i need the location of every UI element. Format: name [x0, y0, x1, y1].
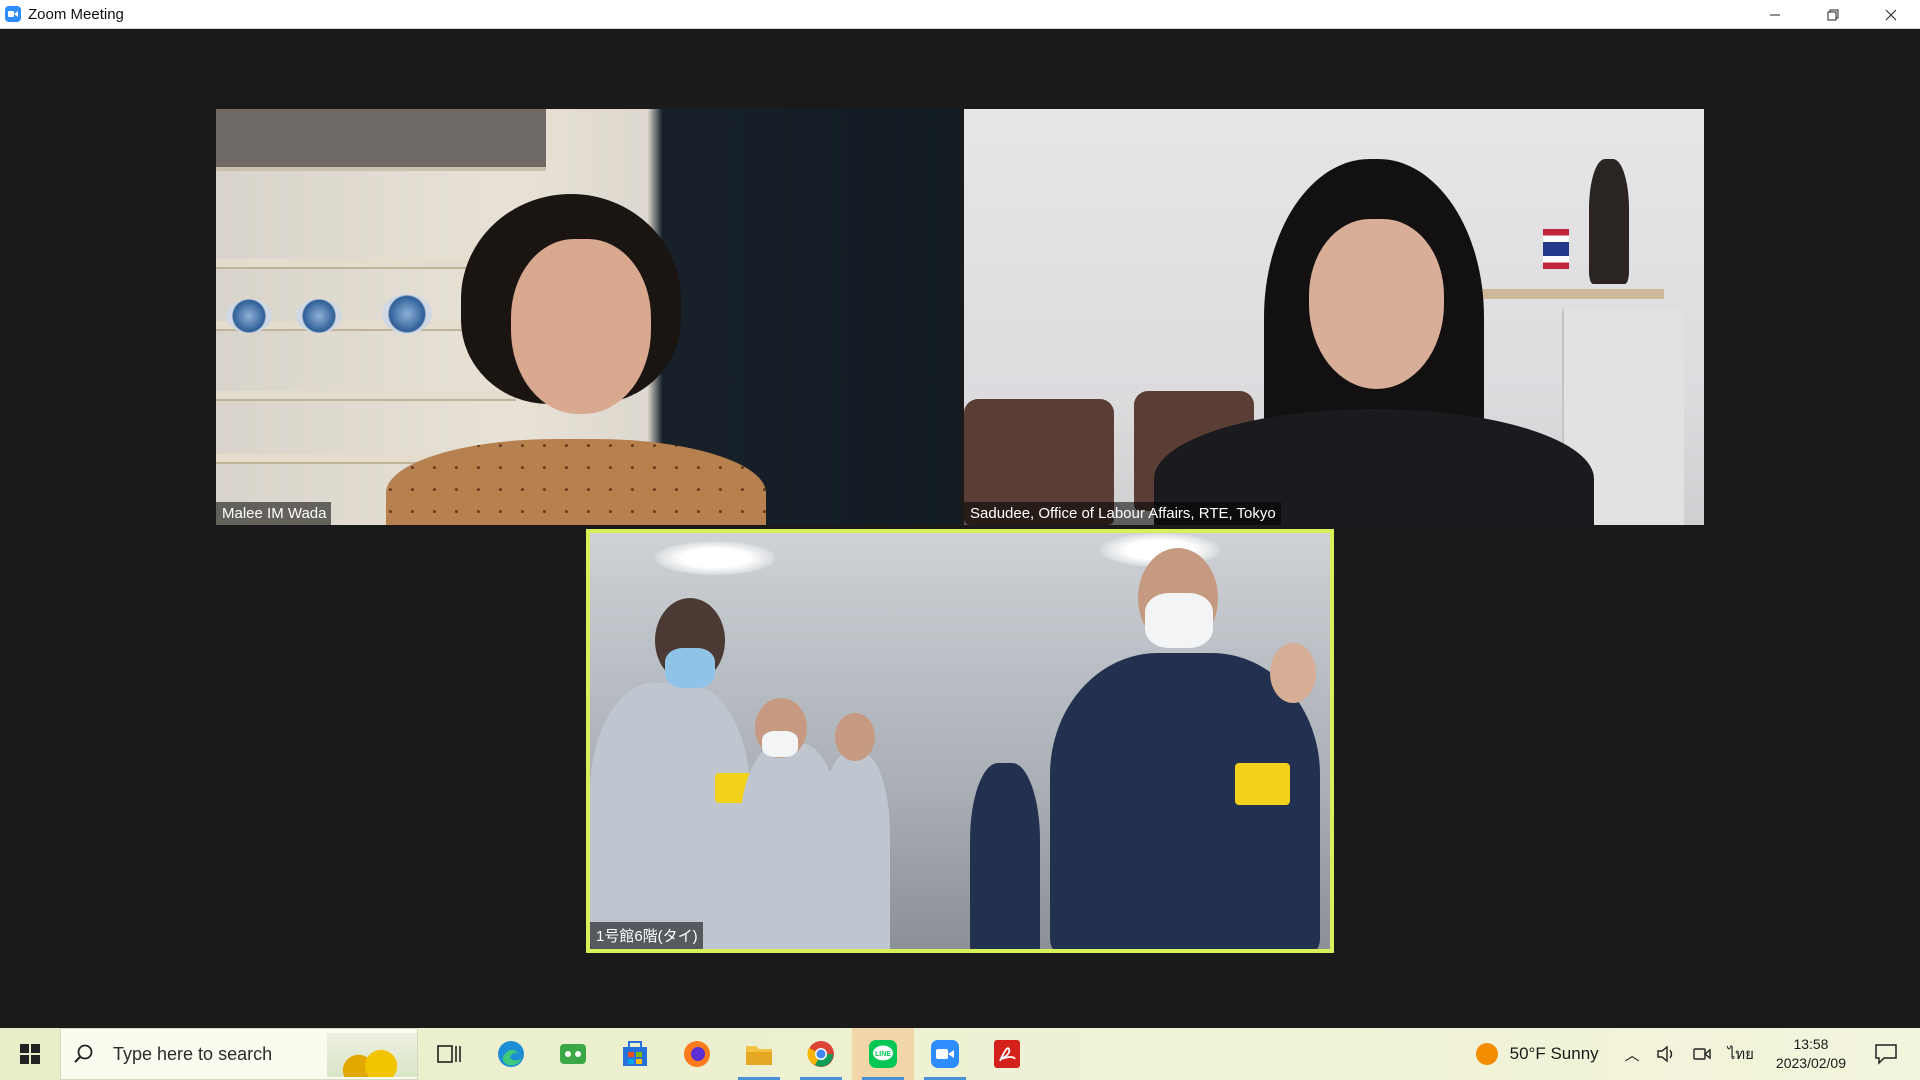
edge-icon	[498, 1041, 524, 1067]
weather-widget[interactable]: 50°F Sunny	[1510, 1044, 1599, 1064]
window-title: Zoom Meeting	[28, 5, 124, 23]
clock[interactable]: 13:58 2023/02/09	[1776, 1035, 1846, 1073]
store-icon	[623, 1041, 647, 1066]
game-icon	[560, 1044, 586, 1064]
clock-date: 2023/02/09	[1775, 1055, 1846, 1071]
start-button[interactable]	[0, 1028, 60, 1080]
file-explorer-button[interactable]	[728, 1028, 790, 1080]
notifications-icon[interactable]	[1874, 1043, 1898, 1065]
zoom-app-icon	[5, 6, 21, 22]
close-button[interactable]	[1862, 0, 1920, 29]
search-icon	[74, 1044, 93, 1063]
firefox-button[interactable]	[666, 1028, 728, 1080]
window-titlebar: Zoom Meeting	[0, 0, 1920, 29]
line-button[interactable]: LINE	[852, 1028, 914, 1080]
participant-name: Malee IM Wada	[216, 502, 332, 525]
zoom-button[interactable]	[914, 1028, 976, 1080]
acrobat-button[interactable]	[976, 1028, 1038, 1080]
chrome-icon	[807, 1041, 834, 1067]
game-app-button[interactable]	[542, 1028, 604, 1080]
participant-name: Sadudee, Office of Labour Affairs, RTE, …	[964, 502, 1281, 525]
participant-name: 1号館6階(タイ)	[590, 922, 703, 949]
store-button[interactable]	[604, 1028, 666, 1080]
video-tile-1[interactable]: Malee IM Wada	[216, 109, 960, 525]
acrobat-icon	[994, 1040, 1020, 1068]
search-highlight-image	[327, 1033, 417, 1077]
svg-text:LINE: LINE	[875, 1051, 891, 1058]
video-tile-2[interactable]: Sadudee, Office of Labour Affairs, RTE, …	[964, 109, 1704, 525]
chrome-button[interactable]	[790, 1028, 852, 1080]
close-icon	[1885, 9, 1897, 20]
meet-now-icon[interactable]	[1692, 1045, 1712, 1063]
windows-icon	[20, 1044, 40, 1064]
file-explorer-icon	[746, 1046, 772, 1065]
edge-button[interactable]	[480, 1028, 542, 1080]
clock-time: 13:58	[1793, 1036, 1829, 1052]
restore-button[interactable]	[1804, 0, 1862, 29]
taskbar-search-box[interactable]: Type here to search	[60, 1028, 418, 1080]
meeting-gallery: Malee IM Wada Sadudee, Office of Labour …	[0, 29, 1920, 1028]
restore-icon	[1827, 9, 1839, 20]
video-tile-3-active-speaker[interactable]: 1号館6階(タイ)	[586, 529, 1334, 953]
task-view-button[interactable]	[418, 1028, 480, 1080]
chevron-up-icon[interactable]: ︿	[1625, 1044, 1640, 1065]
windows-taskbar: Type here to search LINE 50°F Sunny ︿ ไท…	[0, 1028, 1920, 1080]
minimize-button[interactable]	[1746, 0, 1804, 29]
firefox-icon	[684, 1041, 710, 1067]
input-language-indicator[interactable]: ไทย	[1728, 1042, 1754, 1066]
search-placeholder: Type here to search	[113, 1043, 273, 1064]
system-tray: 50°F Sunny ︿ ไทย 13:58 2023/02/09	[1475, 1028, 1920, 1080]
zoom-icon	[931, 1040, 959, 1068]
sun-icon	[1475, 1043, 1498, 1065]
volume-icon[interactable]	[1656, 1045, 1676, 1063]
minimize-icon	[1770, 14, 1780, 15]
line-icon: LINE	[869, 1040, 897, 1068]
task-view-icon	[437, 1045, 461, 1063]
